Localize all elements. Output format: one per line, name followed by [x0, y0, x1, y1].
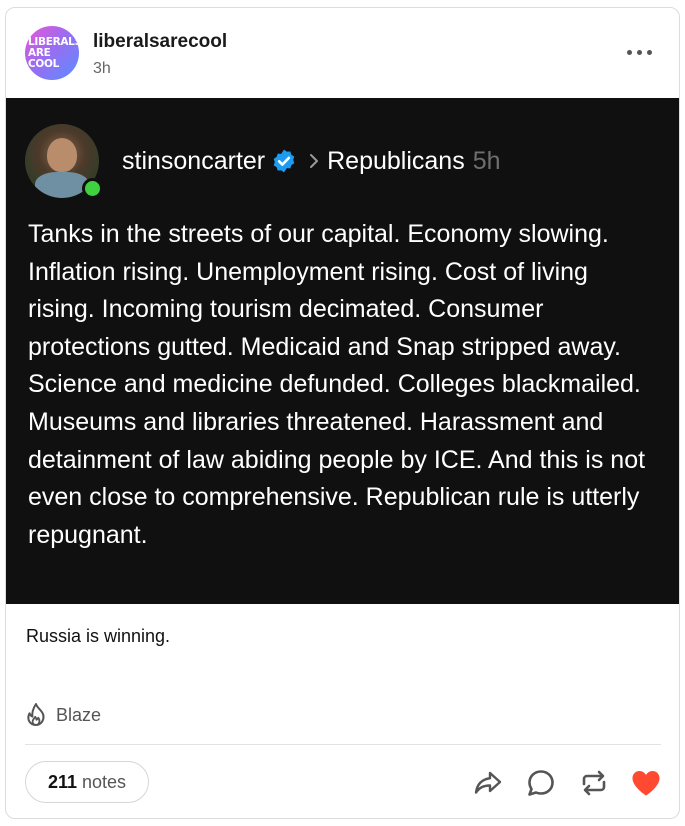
notes-count: 211 — [47, 771, 77, 792]
notes-label: notes — [82, 771, 127, 792]
heart-icon[interactable] — [630, 767, 662, 799]
post-timestamp[interactable]: 3h — [93, 60, 111, 78]
post-card: LIBERALS ARE COOL liberalsarecool 3h sti… — [5, 7, 680, 819]
blog-avatar[interactable]: LIBERALS ARE COOL — [25, 26, 79, 80]
online-status-dot — [82, 178, 103, 199]
post-header: LIBERALS ARE COOL liberalsarecool 3h — [6, 8, 679, 98]
reblog-icon[interactable] — [578, 767, 610, 799]
author-name[interactable]: stinsoncarter — [122, 147, 265, 176]
more-dots-icon[interactable] — [627, 42, 653, 62]
author-line: stinsoncarter Republicans 5h — [122, 146, 501, 176]
community-name[interactable]: Republicans — [327, 147, 465, 176]
quoted-timestamp: 5h — [472, 146, 501, 175]
share-arrow-icon[interactable] — [472, 767, 504, 799]
flame-icon — [27, 703, 45, 726]
notes-button[interactable]: 211 notes — [25, 761, 149, 803]
avatar-text-line: COOL — [28, 58, 60, 70]
blaze-button[interactable]: Blaze — [24, 701, 101, 729]
blaze-label: Blaze — [56, 704, 102, 725]
quoted-post-text: Tanks in the streets of our capital. Eco… — [28, 220, 646, 549]
chevron-right-icon — [310, 154, 319, 168]
blog-name[interactable]: liberalsarecool — [93, 31, 227, 53]
footer-divider — [25, 744, 661, 745]
verified-badge-icon — [273, 149, 295, 173]
post-caption: Russia is winning. — [26, 626, 171, 646]
reply-bubble-icon[interactable] — [525, 767, 557, 799]
quoted-post: stinsoncarter Republicans 5h Tanks in th… — [6, 98, 679, 604]
